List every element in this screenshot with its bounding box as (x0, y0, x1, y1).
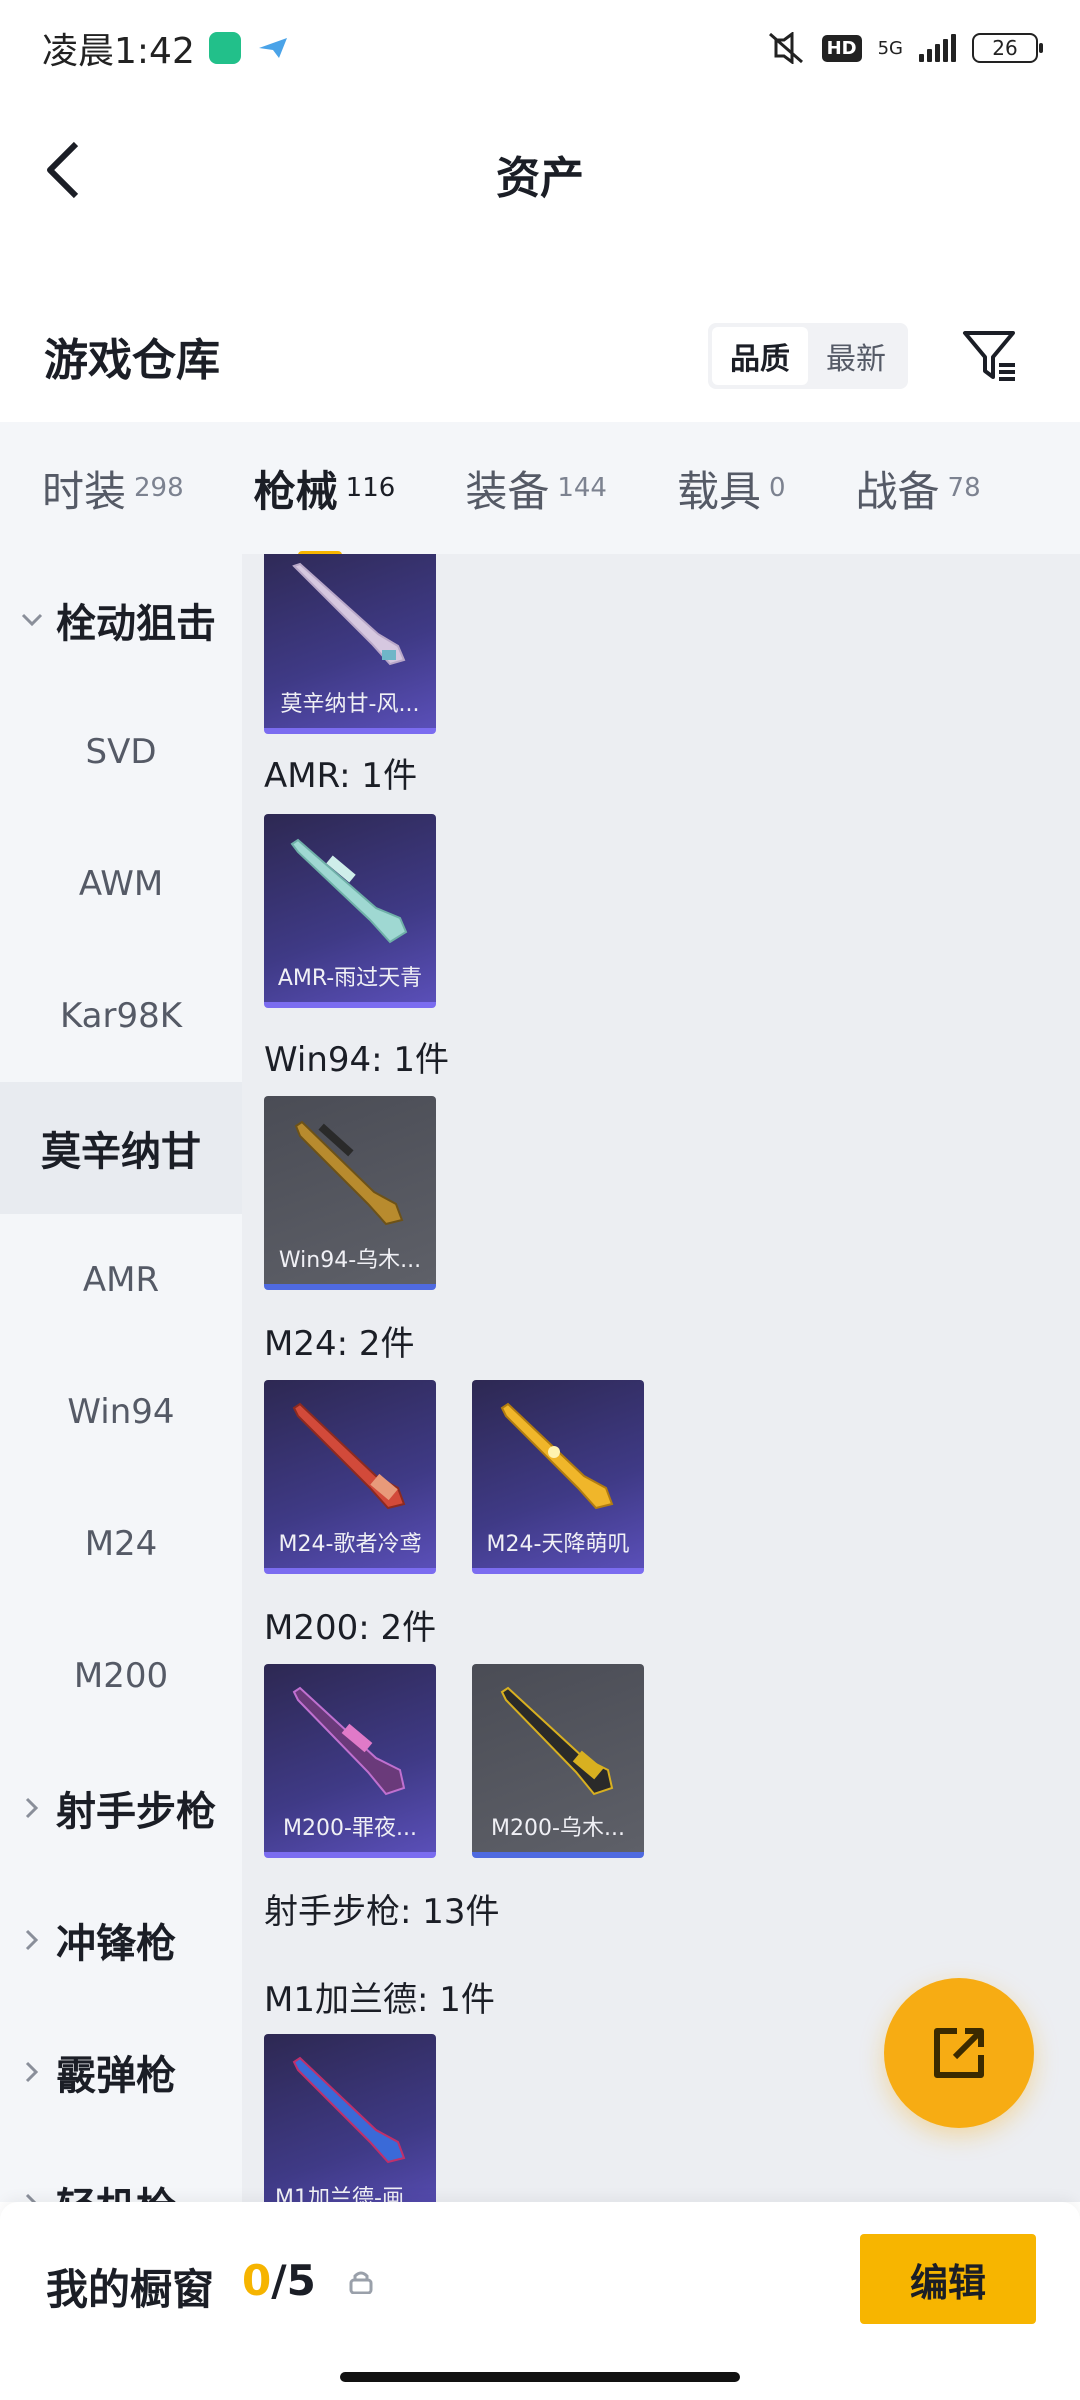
sidebar-group-bolt-action[interactable]: 栓动狙击 (0, 554, 242, 686)
group-label: M200: 2件 (264, 1608, 437, 1648)
group-label: 射手步枪: 13件 (264, 1892, 500, 1932)
sidebar-group-smg[interactable]: 冲锋枪 (0, 1874, 242, 2006)
rifle-icon (290, 838, 408, 944)
shield-app-icon (208, 32, 241, 64)
tab-label: 载具 (676, 466, 761, 516)
skin-card[interactable]: M1加兰德-画... (264, 2034, 436, 2202)
section-title: 游戏仓库 (44, 335, 220, 386)
skin-card[interactable]: 莫辛纳甘-风... (264, 554, 436, 734)
chevron-down-icon (21, 613, 43, 627)
tab-count: 116 (345, 472, 396, 503)
skin-card[interactable]: M24-歌者冷鸢 (264, 1380, 436, 1574)
tab-count: 144 (557, 472, 607, 503)
showcase-bar: 我的橱窗 0/5 编辑 (0, 2202, 1080, 2400)
sidebar-group-lmg[interactable]: 轻机枪 (0, 2138, 242, 2202)
share-external-icon (934, 2028, 984, 2078)
sidebar-item-label: 栓动狙击 (56, 601, 216, 647)
tab-label: 装备 (465, 466, 550, 516)
tab-vehicles[interactable]: 载具 0 (677, 458, 786, 519)
skin-card[interactable]: Win94-乌木... (264, 1096, 436, 1290)
tab-fashion[interactable]: 时装 298 (42, 458, 184, 519)
skin-card[interactable]: M24-天降萌叽 (472, 1380, 644, 1574)
sort-newest-button[interactable]: 最新 (808, 327, 904, 385)
tab-label: 战备 (855, 466, 940, 516)
skin-card[interactable]: AMR-雨过天青 (264, 814, 436, 1008)
group-label: M24: 2件 (264, 1324, 415, 1364)
tab-count: 298 (134, 472, 184, 503)
sidebar-item-label: 霰弹枪 (56, 2053, 176, 2099)
skin-card[interactable]: M200-罪夜... (264, 1664, 436, 1858)
tab-count: 78 (947, 472, 981, 503)
chevron-right-icon (25, 1797, 39, 1819)
tab-equipment[interactable]: 装备 144 (465, 458, 607, 519)
sort-quality-button[interactable]: 品质 (712, 327, 808, 385)
tab-firearms[interactable]: 枪械 116 (253, 458, 396, 559)
weapon-type-sidebar: 栓动狙击 SVD AWM Kar98K 莫辛纳甘 AMR Win94 M24 M… (0, 554, 242, 2202)
group-label: Win94: 1件 (264, 1040, 450, 1080)
app-header: 资产 (0, 96, 1080, 248)
skin-name: Win94-乌木... (278, 1248, 422, 1273)
skin-name: AMR-雨过天青 (277, 966, 423, 991)
rifle-icon (294, 1120, 404, 1226)
signal-icon (919, 34, 956, 62)
skin-card[interactable]: M200-乌木... (472, 1664, 644, 1858)
weapon-skin-grid: 莫辛纳甘-风... AMR: 1件 AMR-雨过天青 Win94: 1件 Win… (242, 554, 1080, 2202)
edit-showcase-button[interactable]: 编辑 (860, 2234, 1036, 2324)
chevron-right-icon (25, 2061, 39, 2083)
skin-name: M200-乌木... (491, 1816, 625, 1841)
sidebar-item-awm[interactable]: AWM (0, 818, 242, 950)
tab-label: 时装 (42, 466, 127, 516)
status-bar: 凌晨1:42 HD 5G 26 (0, 0, 1080, 96)
tab-label: 枪械 (253, 466, 338, 516)
rifle-icon (292, 2056, 406, 2164)
group-label: M1加兰德: 1件 (264, 1980, 495, 2020)
group-label: AMR: 1件 (264, 756, 418, 796)
skin-name: M24-天降萌叽 (486, 1532, 630, 1557)
sidebar-item-m200[interactable]: M200 (0, 1610, 242, 1742)
rifle-icon (292, 562, 406, 666)
showcase-count-current: 0 (242, 2256, 272, 2305)
home-indicator (340, 2372, 740, 2382)
warehouse-header: 游戏仓库 品质 最新 (0, 300, 1080, 412)
rifle-icon (500, 1686, 614, 1796)
sidebar-group-marksman[interactable]: 射手步枪 (0, 1742, 242, 1874)
tab-count: 0 (768, 472, 786, 503)
skin-name: M24-歌者冷鸢 (278, 1532, 422, 1557)
showcase-count-total: /5 (271, 2256, 316, 2305)
battery-icon: 26 (972, 33, 1043, 63)
sort-toggle: 品质 最新 (708, 323, 908, 389)
network-type: 5G (877, 37, 903, 59)
sidebar-item-mosin[interactable]: 莫辛纳甘 (0, 1082, 242, 1214)
sidebar-item-label: 轻机枪 (56, 2175, 176, 2202)
skin-name: M1加兰德-画... (275, 2186, 425, 2202)
rifle-icon (292, 1686, 406, 1796)
filter-button[interactable] (958, 324, 1022, 388)
mute-vibrate-icon (768, 32, 803, 64)
sidebar-group-shotgun[interactable]: 霰弹枪 (0, 2006, 242, 2138)
sidebar-item-m24[interactable]: M24 (0, 1478, 242, 1610)
chevron-right-icon (25, 2193, 37, 2202)
sidebar-item-label: 冲锋枪 (56, 1921, 176, 1967)
chevron-right-icon (25, 1929, 39, 1951)
rifle-icon (292, 1402, 406, 1510)
sidebar-item-label: 射手步枪 (56, 1789, 216, 1835)
hd-badge: HD (821, 34, 862, 62)
sidebar-item-win94[interactable]: Win94 (0, 1346, 242, 1478)
sidebar-item-kar98k[interactable]: Kar98K (0, 950, 242, 1082)
tab-supplies[interactable]: 战备 78 (856, 458, 981, 519)
showcase-count: 0/5 (242, 2256, 316, 2305)
paper-plane-icon (258, 38, 287, 58)
category-tabs: 时装 298 枪械 116 装备 144 载具 0 战备 78 (0, 422, 1080, 559)
lock-icon (349, 2271, 373, 2294)
share-fab-button[interactable] (884, 1978, 1034, 2128)
filter-icon (963, 331, 1015, 381)
status-time: 凌晨1:42 (42, 31, 195, 72)
sidebar-item-amr[interactable]: AMR (0, 1214, 242, 1346)
sidebar-item-svd[interactable]: SVD (0, 686, 242, 818)
rifle-icon (500, 1402, 614, 1510)
page-title: 资产 (496, 153, 584, 204)
showcase-label: 我的橱窗 (46, 2265, 215, 2314)
skin-name: 莫辛纳甘-风... (280, 692, 420, 717)
skin-name: M200-罪夜... (283, 1816, 417, 1841)
